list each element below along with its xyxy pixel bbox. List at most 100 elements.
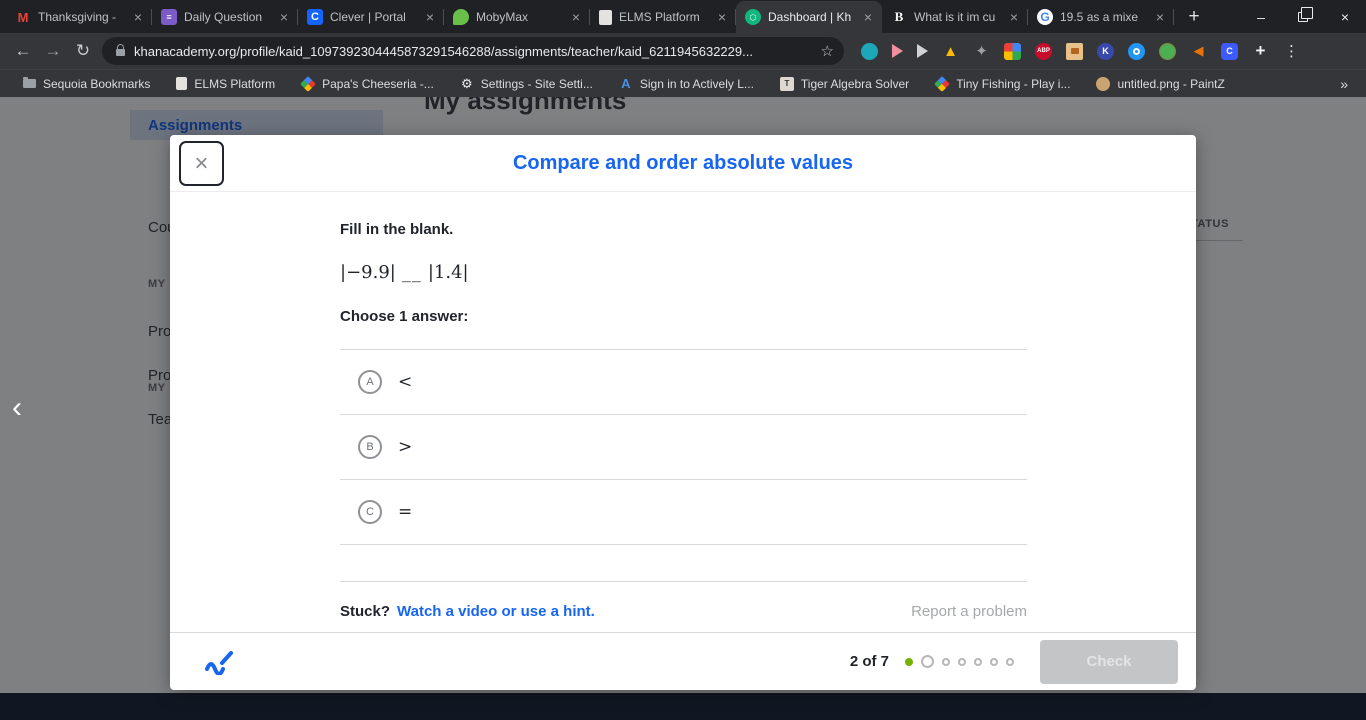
bookmarks-overflow-chevron[interactable]: » xyxy=(1340,76,1356,92)
choice-b-value: > xyxy=(398,437,412,457)
spacer-row xyxy=(340,545,1027,582)
color-grid-extension-icon[interactable] xyxy=(1004,43,1021,60)
footer-right: 2 of 7 Check xyxy=(850,640,1178,684)
pink-arrow-extension-icon[interactable] xyxy=(892,44,903,58)
tab-clever-portal[interactable]: C Clever | Portal × xyxy=(298,1,444,33)
tab-title: Clever | Portal xyxy=(330,10,416,24)
chrome-menu-icon[interactable]: ⋮ xyxy=(1284,42,1299,60)
radio-a-icon[interactable]: A xyxy=(358,370,382,394)
restore-icon xyxy=(1298,12,1308,22)
tab-what-is-it[interactable]: B What is it im cu × xyxy=(882,1,1028,33)
bookmark-star-icon[interactable]: ☆ xyxy=(821,42,834,60)
progress-text: 2 of 7 xyxy=(850,653,889,670)
minimize-button[interactable]: – xyxy=(1240,0,1282,33)
address-bar[interactable]: khanacademy.org/profile/kaid_10973923044… xyxy=(102,37,844,65)
tab-title: 19.5 as a mixe xyxy=(1060,10,1146,24)
actively-learn-icon: A xyxy=(619,77,633,91)
b-favicon-icon: B xyxy=(891,9,907,25)
k-circle-extension-icon[interactable]: K xyxy=(1097,43,1114,60)
back-button[interactable]: ← xyxy=(8,36,38,66)
tab-close-icon[interactable]: × xyxy=(1153,9,1167,25)
diamond-icon xyxy=(300,76,316,92)
modal-close-button[interactable]: × xyxy=(179,141,224,186)
tab-mobymax[interactable]: MobyMax × xyxy=(444,1,590,33)
photo-folder-extension-icon[interactable] xyxy=(1066,43,1083,60)
report-problem-link[interactable]: Report a problem xyxy=(911,603,1027,620)
compass-extension-icon[interactable] xyxy=(1128,43,1145,60)
choice-c[interactable]: C = xyxy=(340,480,1027,545)
question-prompt: Fill in the blank. xyxy=(340,221,1027,238)
elms-icon xyxy=(599,10,612,25)
elms-icon xyxy=(176,77,187,90)
tab-close-icon[interactable]: × xyxy=(715,9,729,25)
tab-daily-question[interactable]: ≡ Daily Question × xyxy=(152,1,298,33)
tab-title: ELMS Platform xyxy=(619,10,708,24)
choice-b[interactable]: B > xyxy=(340,415,1027,480)
bookmark-actively-learn[interactable]: A Sign in to Actively L... xyxy=(606,77,767,91)
math-right: |1.4| xyxy=(428,262,469,283)
restore-button[interactable] xyxy=(1282,0,1324,33)
previous-chevron-icon[interactable]: ‹ xyxy=(12,393,22,423)
math-blank: __ xyxy=(402,262,422,283)
radio-b-icon[interactable]: B xyxy=(358,435,382,459)
tab-close-icon[interactable]: × xyxy=(131,9,145,25)
tab-title: Thanksgiving - xyxy=(38,10,124,24)
url-text[interactable]: khanacademy.org/profile/kaid_10973923044… xyxy=(134,44,813,59)
diamond-icon xyxy=(934,76,950,92)
choose-answer-label: Choose 1 answer: xyxy=(340,308,1027,325)
adblock-plus-extension-icon[interactable]: ABP xyxy=(1035,43,1052,60)
refresh-button[interactable]: ↻ xyxy=(68,36,98,66)
tab-khan-dashboard-active[interactable]: ⬡ Dashboard | Kh × xyxy=(736,1,882,33)
choice-c-value: = xyxy=(398,502,412,522)
bookmark-tiger-algebra[interactable]: T Tiger Algebra Solver xyxy=(767,77,922,91)
bookmark-label: Sign in to Actively L... xyxy=(640,77,754,91)
bookmark-papas-cheeseria[interactable]: Papa's Cheeseria -... xyxy=(288,77,447,91)
progress-dot-6 xyxy=(990,658,998,666)
bookmark-label: Sequoia Bookmarks xyxy=(43,77,150,91)
check-button[interactable]: Check xyxy=(1040,640,1178,684)
tab-close-icon[interactable]: × xyxy=(277,9,291,25)
tab-title: MobyMax xyxy=(476,10,562,24)
list-icon: ≡ xyxy=(161,9,177,25)
radio-c-icon[interactable]: C xyxy=(358,500,382,524)
star-extension-icon[interactable]: ✦ xyxy=(973,43,990,60)
tab-title: What is it im cu xyxy=(914,10,1000,24)
bookmark-label: untitled.png - PaintZ xyxy=(1117,77,1224,91)
progress-dot-1 xyxy=(905,658,913,666)
choice-a-value: < xyxy=(398,372,412,392)
bookmark-settings[interactable]: ⚙ Settings - Site Setti... xyxy=(447,77,606,91)
green-dot-extension-icon[interactable] xyxy=(1159,43,1176,60)
scratchpad-pen-icon[interactable] xyxy=(204,649,234,675)
c-square-extension-icon[interactable]: C xyxy=(1221,43,1238,60)
bookmark-label: Papa's Cheeseria -... xyxy=(322,77,434,91)
bookmark-elms[interactable]: ELMS Platform xyxy=(163,77,288,91)
bookmark-tiny-fishing[interactable]: Tiny Fishing - Play i... xyxy=(922,77,1083,91)
teal-swirl-extension-icon[interactable] xyxy=(861,43,878,60)
answer-choices: A < B > C = xyxy=(340,349,1027,545)
tab-strip: M Thanksgiving - × ≡ Daily Question × C … xyxy=(0,0,1366,33)
speaker-extension-icon[interactable]: ◀ xyxy=(1190,43,1207,60)
tab-elms-platform[interactable]: ELMS Platform × xyxy=(590,1,736,33)
google-drive-extension-icon[interactable]: ▲ xyxy=(942,43,959,60)
bookmark-paintz[interactable]: untitled.png - PaintZ xyxy=(1083,77,1237,91)
tab-thanksgiving[interactable]: M Thanksgiving - × xyxy=(6,1,152,33)
tab-title: Dashboard | Kh xyxy=(768,10,854,24)
tab-mixed-number[interactable]: G 19.5 as a mixe × xyxy=(1028,1,1174,33)
forward-button[interactable]: → xyxy=(38,36,68,66)
extensions-puzzle-icon[interactable]: + xyxy=(1252,43,1269,60)
tab-title: Daily Question xyxy=(184,10,270,24)
close-window-button[interactable]: × xyxy=(1324,0,1366,33)
gray-send-extension-icon[interactable] xyxy=(917,44,928,58)
tab-close-icon[interactable]: × xyxy=(569,9,583,25)
bookmark-label: Tiny Fishing - Play i... xyxy=(956,77,1070,91)
hint-link[interactable]: Watch a video or use a hint. xyxy=(397,603,595,620)
tab-close-icon[interactable]: × xyxy=(423,9,437,25)
bookmarks-bar: Sequoia Bookmarks ELMS Platform Papa's C… xyxy=(0,69,1366,97)
new-tab-button[interactable]: + xyxy=(1180,3,1208,31)
tab-close-icon[interactable]: × xyxy=(861,9,875,25)
modal-header: × Compare and order absolute values xyxy=(170,135,1196,192)
bookmark-sequoia[interactable]: Sequoia Bookmarks xyxy=(10,77,163,91)
folder-icon xyxy=(23,79,36,88)
tab-close-icon[interactable]: × xyxy=(1007,9,1021,25)
choice-a[interactable]: A < xyxy=(340,350,1027,415)
